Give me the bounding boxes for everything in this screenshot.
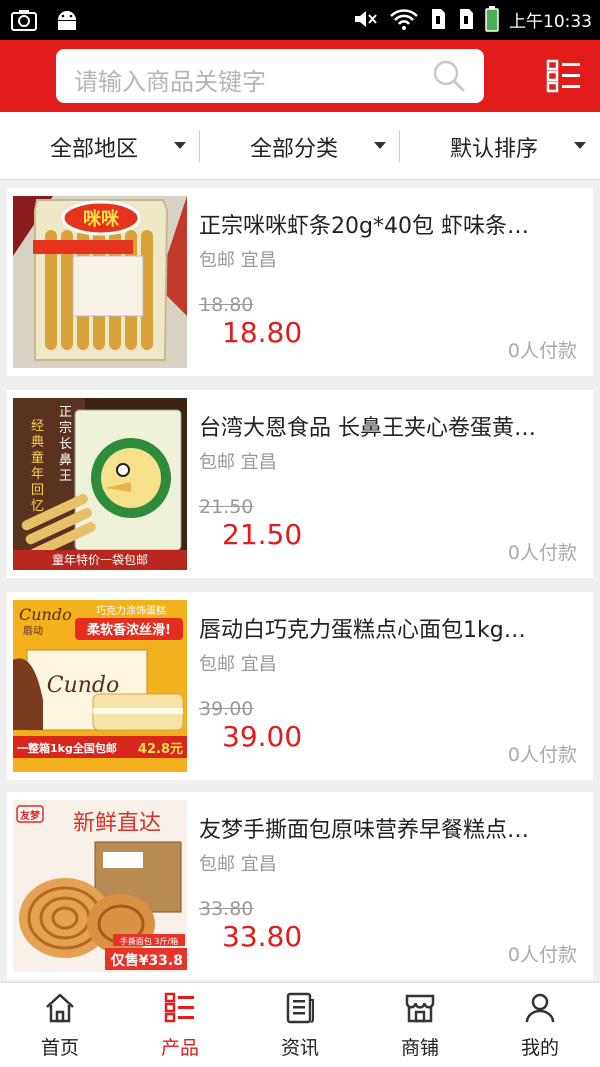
shipping-label: 包邮	[199, 452, 235, 473]
svg-text:仅售¥33.8: 仅售¥33.8	[110, 952, 183, 969]
sale-price: 21.50	[222, 518, 303, 551]
svg-text:唇动: 唇动	[23, 625, 43, 637]
product-card[interactable]: 友梦 新鲜直达 手撕面包 3斤/箱 仅售¥33.8 友梦手撕面包原味营养早餐糕点…	[7, 792, 593, 980]
filter-region-label: 全部地区	[50, 137, 139, 162]
svg-text:巧克力涂饰蛋糕: 巧克力涂饰蛋糕	[96, 604, 166, 617]
buyers-count: 0人付款	[507, 542, 577, 564]
tab-me[interactable]: 我的	[480, 983, 600, 1067]
filter-bar: 全部地区 全部分类 默认排序	[0, 112, 600, 180]
bottom-tab-bar: 首页 产品 资讯 商铺 我的	[0, 982, 600, 1067]
sim2-icon	[460, 9, 473, 29]
filter-sort-label: 默认排序	[450, 137, 539, 162]
svg-text:新鲜直达: 新鲜直达	[73, 811, 161, 836]
store-icon	[405, 994, 435, 1023]
tab-store[interactable]: 商铺	[360, 983, 480, 1067]
caret-down-icon	[174, 142, 186, 149]
caret-down-icon	[574, 142, 586, 149]
shipping-label: 包邮	[199, 654, 235, 675]
sale-price: 39.00	[222, 720, 303, 753]
image-vertical-text: 经典童年回忆	[31, 419, 44, 514]
product-meta: 包邮 宜昌	[199, 448, 277, 474]
tab-store-label: 商铺	[400, 1037, 439, 1059]
svg-text:正宗长鼻王: 正宗长鼻王	[59, 405, 72, 484]
tab-home[interactable]: 首页	[0, 983, 120, 1067]
tab-me-label: 我的	[520, 1037, 559, 1059]
product-card[interactable]: 咪咪 正宗咪咪虾条20g*40包 虾味条… 包邮 宜昌 18.80 18.80 …	[7, 188, 593, 376]
image-brand-text: Cundo	[19, 605, 72, 624]
product-image: 经典童年回忆 正宗长鼻王 童年特价一袋包邮	[13, 398, 187, 570]
product-card[interactable]: Cundo 唇动 巧克力涂饰蛋糕 柔软香浓丝滑! Cundo 一整箱1kg全国包…	[7, 592, 593, 780]
user-icon	[525, 993, 555, 1023]
home-icon	[46, 993, 74, 1023]
sale-price: 33.80	[222, 920, 303, 953]
location-label: 宜昌	[240, 452, 277, 473]
product-title: 唇动白巧克力蛋糕点心面包1kg…	[199, 618, 526, 643]
svg-text:一整箱1kg全国包邮: 一整箱1kg全国包邮	[17, 741, 117, 755]
buyers-count: 0人付款	[507, 744, 577, 766]
wifi-icon	[390, 9, 418, 30]
category-menu-icon[interactable]	[546, 58, 582, 94]
android-icon	[58, 11, 76, 30]
product-meta: 包邮 宜昌	[199, 246, 277, 272]
image-brand-text: 友梦	[20, 809, 41, 822]
product-image: Cundo 唇动 巧克力涂饰蛋糕 柔软香浓丝滑! Cundo 一整箱1kg全国包…	[13, 600, 187, 772]
search-placeholder: 请输入商品关键字	[74, 68, 266, 96]
status-bar: 上午10:33	[0, 0, 600, 40]
original-price: 21.50	[199, 496, 254, 518]
tab-news-label: 资讯	[280, 1037, 319, 1059]
product-meta: 包邮 宜昌	[199, 850, 277, 876]
list-icon	[164, 992, 194, 1023]
filter-category-label: 全部分类	[250, 137, 339, 162]
product-image: 友梦 新鲜直达 手撕面包 3斤/箱 仅售¥33.8	[13, 800, 187, 972]
tab-products-label: 产品	[160, 1037, 199, 1059]
product-title: 正宗咪咪虾条20g*40包 虾味条…	[199, 214, 529, 239]
product-title: 友梦手撕面包原味营养早餐糕点…	[199, 818, 530, 843]
news-icon	[286, 992, 314, 1024]
product-meta: 包邮 宜昌	[199, 650, 277, 676]
original-price: 33.80	[199, 898, 254, 920]
buyers-count: 0人付款	[507, 944, 577, 966]
original-price: 39.00	[199, 698, 254, 720]
battery-icon	[485, 6, 499, 32]
image-banner-text: 童年特价一袋包邮	[52, 552, 148, 567]
product-image: 咪咪	[13, 196, 187, 368]
svg-text:手撕面包 3斤/箱: 手撕面包 3斤/箱	[120, 936, 178, 946]
tab-news[interactable]: 资讯	[240, 983, 360, 1067]
status-time: 上午10:33	[509, 11, 592, 32]
sim1-icon	[432, 9, 445, 29]
svg-text:42.8元: 42.8元	[138, 742, 183, 757]
tab-products[interactable]: 产品	[120, 983, 240, 1067]
location-label: 宜昌	[240, 250, 277, 271]
tab-home-label: 首页	[40, 1037, 79, 1059]
location-label: 宜昌	[240, 854, 277, 875]
filter-category[interactable]: 全部分类	[200, 112, 400, 180]
original-price: 18.80	[199, 294, 254, 316]
product-title: 台湾大恩食品 长鼻王夹心卷蛋黄…	[199, 416, 536, 441]
filter-sort[interactable]: 默认排序	[400, 112, 600, 180]
search-input[interactable]: 请输入商品关键字	[56, 49, 484, 103]
product-card[interactable]: 经典童年回忆 正宗长鼻王 童年特价一袋包邮 台湾大恩食品 长鼻王夹心卷蛋黄… 包…	[7, 390, 593, 578]
buyers-count: 0人付款	[507, 340, 577, 362]
filter-region[interactable]: 全部地区	[0, 112, 200, 180]
sale-price: 18.80	[222, 316, 303, 349]
screenshot-icon	[11, 10, 37, 31]
header-bar: 请输入商品关键字	[0, 40, 600, 112]
caret-down-icon	[374, 142, 386, 149]
svg-text:柔软香浓丝滑!: 柔软香浓丝滑!	[86, 622, 171, 638]
shipping-label: 包邮	[199, 854, 235, 875]
location-label: 宜昌	[240, 654, 277, 675]
image-brand-text: 咪咪	[83, 208, 120, 230]
mute-icon	[355, 11, 377, 27]
search-icon[interactable]	[432, 59, 466, 93]
shipping-label: 包邮	[199, 250, 235, 271]
